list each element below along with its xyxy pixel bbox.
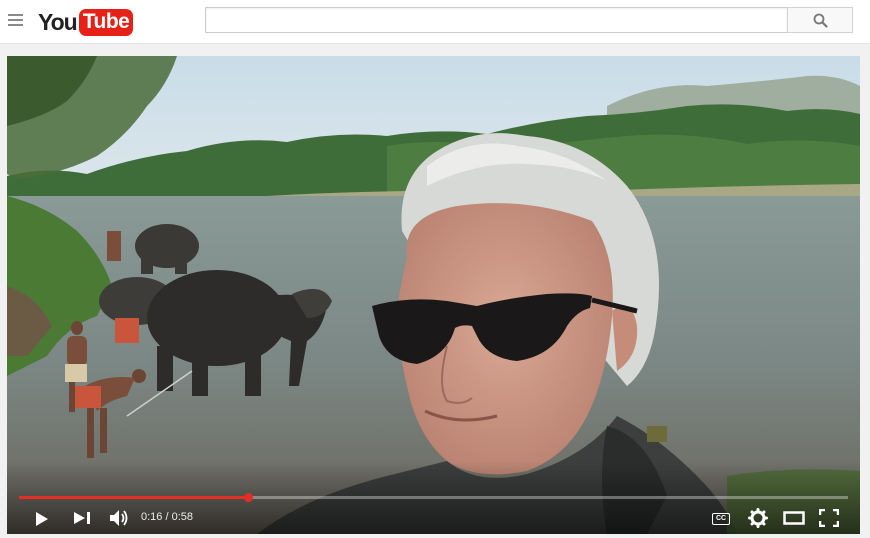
- progress-bar[interactable]: [19, 493, 848, 502]
- captions-icon[interactable]: CC: [712, 513, 730, 525]
- play-icon[interactable]: [34, 510, 50, 528]
- progress-scrubber-handle[interactable]: [244, 493, 253, 502]
- next-icon[interactable]: [73, 511, 93, 525]
- search-button[interactable]: [787, 7, 853, 33]
- youtube-logo[interactable]: You Tube: [38, 8, 134, 36]
- search-input[interactable]: [205, 7, 788, 33]
- theater-mode-icon[interactable]: [783, 511, 805, 525]
- volume-icon[interactable]: [109, 509, 129, 527]
- logo-tube-text: Tube: [78, 8, 134, 36]
- duration: 0:58: [171, 511, 194, 523]
- time-display: 0:16 / 0:58: [141, 511, 193, 523]
- time-separator: /: [162, 511, 172, 523]
- logo-you-text: You: [38, 8, 78, 35]
- masthead: You Tube: [0, 0, 870, 44]
- hamburger-menu-icon[interactable]: [8, 14, 23, 28]
- video-frame: [7, 56, 860, 534]
- progress-played: [19, 496, 248, 499]
- magnifier-search-icon: [813, 13, 828, 28]
- current-time: 0:16: [141, 511, 163, 523]
- settings-gear-icon[interactable]: [748, 508, 768, 528]
- video-player[interactable]: 0:16 / 0:58 CC: [7, 56, 860, 534]
- fullscreen-icon[interactable]: [819, 509, 839, 527]
